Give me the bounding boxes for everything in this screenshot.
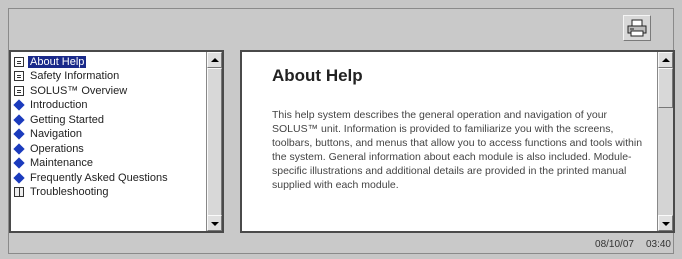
status-date: 08/10/07 [595,238,634,250]
book-icon [13,99,25,111]
toc-item-label: Getting Started [30,113,104,126]
toc-item-label: Operations [30,142,84,155]
toc-scroll-down-button[interactable] [207,215,222,231]
help-window: About Help Safety Information SOLUS™ Overv… [8,8,675,254]
printer-icon [627,19,647,37]
book-icon [13,157,25,169]
toc-item[interactable]: Maintenance [13,157,95,170]
content-scroll-up-button[interactable] [658,52,673,68]
toc-item-label: Introduction [30,99,88,111]
toc-item-label: Maintenance [30,157,93,169]
toc-item[interactable]: Safety Information [14,70,121,83]
toc-item[interactable]: Getting Started [13,113,106,126]
toc-scroll-up-button[interactable] [207,52,222,68]
page-icon [14,85,24,96]
toc-item-label: SOLUS™ Overview [30,84,128,97]
page-icon [14,56,24,67]
open-book-icon [14,187,24,197]
book-icon [13,128,25,140]
status-time: 03:40 [645,238,671,250]
status-bar: 08/10/07 03:40 [9,235,673,253]
content-panel: About Help This help system describes th… [240,50,675,233]
book-icon [13,171,25,184]
toc-item[interactable]: Introduction [13,99,89,112]
content-scroll-down-button[interactable] [658,215,673,231]
toolbar [9,9,673,49]
toc-item-label: Frequently Asked Questions [30,171,168,184]
toc-item-label: Navigation [30,128,82,140]
book-icon [13,142,25,155]
print-button[interactable] [623,15,651,41]
toc-panel: About Help Safety Information SOLUS™ Overv… [9,50,224,233]
toc-item[interactable]: Navigation [13,128,84,141]
toc-item[interactable]: Troubleshooting [14,186,110,199]
content-scroll-thumb[interactable] [658,68,673,108]
toc-item[interactable]: About Help [14,55,87,68]
book-icon [13,113,25,126]
toc-item[interactable]: Frequently Asked Questions [13,171,170,184]
toc-item[interactable]: Operations [13,142,86,155]
toc-item[interactable]: SOLUS™ Overview [14,84,129,97]
page-icon [14,71,24,81]
toc-item-label: About Help [28,55,87,68]
toc-item-label: Troubleshooting [30,186,109,198]
toc-scroll-thumb[interactable] [207,68,222,218]
content-title: About Help [272,66,363,85]
toc-item-label: Safety Information [30,70,120,82]
content-body: This help system describes the general o… [272,109,643,191]
toc-scrollbar[interactable] [206,52,222,231]
content-scrollbar[interactable] [657,52,673,231]
